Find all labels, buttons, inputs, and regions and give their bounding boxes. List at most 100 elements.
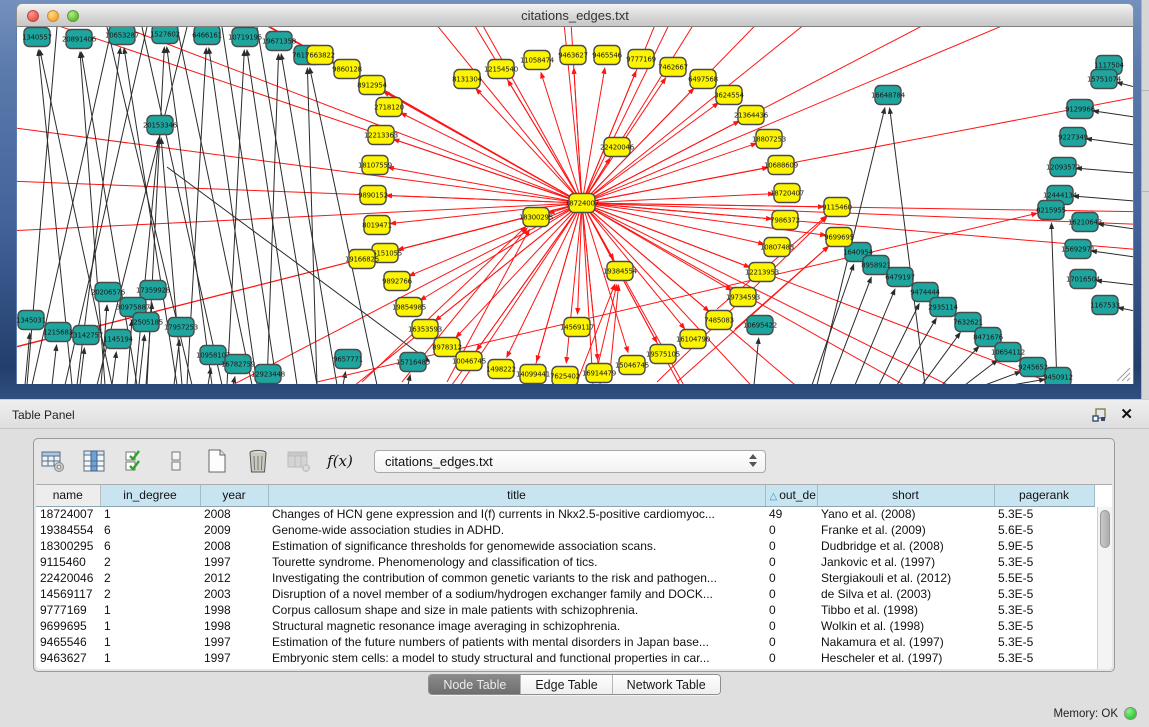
table-cell[interactable]: 14569117 <box>36 586 100 602</box>
graph-node-2935114[interactable]: 2935114 <box>928 298 959 317</box>
graph-node-1345031[interactable]: 1345031 <box>17 311 46 330</box>
column-header-name[interactable]: name <box>36 485 100 506</box>
table-row[interactable]: 1456911722003Disruption of a novel membe… <box>36 586 1094 602</box>
table-cell[interactable]: 6 <box>100 538 200 554</box>
graph-node-16914479[interactable]: 16914479 <box>582 364 616 383</box>
node-table-grid[interactable]: namein_degreeyeartitle△out_de...shortpag… <box>36 485 1095 666</box>
table-cell[interactable]: Dudbridge et al. (2008) <box>817 538 994 554</box>
graph-node-13142757[interactable]: 13142757 <box>69 326 103 345</box>
column-header-title[interactable]: title <box>268 485 765 506</box>
graph-node-16104790[interactable]: 16104790 <box>676 330 710 349</box>
graph-node-9860128[interactable]: 9860128 <box>332 60 362 79</box>
graph-node-18724007[interactable]: 18724007 <box>565 194 599 213</box>
graph-node-7485083[interactable]: 7485083 <box>704 311 734 330</box>
table-cell[interactable]: 0 <box>765 538 817 554</box>
graph-node-9890152[interactable]: 9890152 <box>358 186 388 205</box>
table-row[interactable]: 977716911998Corpus callosum shape and si… <box>36 602 1094 618</box>
tab-edge-table[interactable]: Edge Table <box>521 675 612 694</box>
graph-node-19854985[interactable]: 19854985 <box>392 298 426 317</box>
table-cell[interactable]: 18300295 <box>36 538 100 554</box>
table-cell[interactable]: 6 <box>100 522 200 538</box>
graph-node-16782759[interactable]: 16782759 <box>221 355 255 374</box>
table-cell[interactable]: 0 <box>765 618 817 634</box>
table-cell[interactable]: 2008 <box>200 506 268 522</box>
graph-node-10719195[interactable]: 10719195 <box>228 28 262 47</box>
table-cell[interactable]: 2008 <box>200 538 268 554</box>
table-cell[interactable]: 22420046 <box>36 570 100 586</box>
graph-node-10046745[interactable]: 10046745 <box>452 352 486 371</box>
network-window-titlebar[interactable]: citations_edges.txt <box>16 3 1134 27</box>
graph-node-3624554[interactable]: 3624554 <box>714 86 745 105</box>
table-cell[interactable]: 1 <box>100 618 200 634</box>
graph-node-6497568[interactable]: 6497568 <box>688 70 718 89</box>
table-cell[interactable]: 2003 <box>200 586 268 602</box>
graph-node-19734593[interactable]: 19734593 <box>726 288 760 307</box>
vertical-scrollbar[interactable] <box>1097 507 1112 669</box>
table-cell[interactable]: 5.6E-5 <box>994 522 1094 538</box>
graph-node-8019471[interactable]: 8019471 <box>362 216 392 235</box>
table-cell[interactable]: 1997 <box>200 634 268 650</box>
scrollbar-thumb[interactable] <box>1100 510 1110 548</box>
close-panel-icon[interactable]: ✕ <box>1120 405 1133 423</box>
table-cell[interactable]: 19384554 <box>36 522 100 538</box>
graph-node-10695422[interactable]: 10695422 <box>743 316 777 335</box>
table-row[interactable]: 1872400712008Changes of HCN gene express… <box>36 506 1094 522</box>
graph-node-1167533[interactable]: 1167533 <box>1090 296 1120 315</box>
column-header-year[interactable]: year <box>200 485 268 506</box>
table-cell[interactable]: 9465546 <box>36 634 100 650</box>
table-cell[interactable]: 5.3E-5 <box>994 506 1094 522</box>
graph-node-9463627[interactable]: 9463627 <box>558 46 588 65</box>
tab-node-table[interactable]: Node Table <box>429 675 521 694</box>
table-cell[interactable]: 0 <box>765 586 817 602</box>
column-header-pagerank[interactable]: pagerank <box>994 485 1094 506</box>
table-cell[interactable]: 5.3E-5 <box>994 618 1094 634</box>
memory-ok-indicator[interactable] <box>1124 707 1137 720</box>
table-cell[interactable]: Disruption of a novel member of a sodium… <box>268 586 765 602</box>
graph-node-15751074[interactable]: 15751074 <box>1087 70 1122 89</box>
graph-node-12923448[interactable]: 12923448 <box>251 365 285 384</box>
column-header-out-de-[interactable]: △out_de... <box>765 485 817 506</box>
table-cell[interactable]: Franke et al. (2009) <box>817 522 994 538</box>
table-cell[interactable]: 0 <box>765 554 817 570</box>
graph-node-15716485[interactable]: 15716485 <box>396 353 430 372</box>
graph-node-9129966[interactable]: 9129966 <box>1065 100 1096 119</box>
table-cell[interactable]: 5.3E-5 <box>994 634 1094 650</box>
column-header-in-degree[interactable]: in_degree <box>100 485 200 506</box>
table-cell[interactable]: Tibbo et al. (1998) <box>817 602 994 618</box>
graph-node-18807253[interactable]: 18807253 <box>752 130 786 149</box>
graph-node-12093572[interactable]: 12093572 <box>1046 158 1080 177</box>
graph-node-10654112[interactable]: 10654112 <box>991 343 1025 362</box>
table-cell[interactable]: 49 <box>765 506 817 522</box>
table-cell[interactable]: 2 <box>100 570 200 586</box>
graph-node-17359928[interactable]: 17359928 <box>136 281 170 300</box>
citation-network-graph[interactable]: 1340557208914061065328715276026466161107… <box>17 27 1134 384</box>
graph-node-16648784[interactable]: 16648784 <box>871 86 906 105</box>
graph-node-18300295[interactable]: 18300295 <box>519 208 553 227</box>
table-cell[interactable]: 0 <box>765 634 817 650</box>
network-canvas[interactable]: 1340557208914061065328715276026466161107… <box>16 27 1134 384</box>
graph-node-12505185[interactable]: 12505185 <box>129 313 163 332</box>
table-cell[interactable]: 1 <box>100 634 200 650</box>
table-cell[interactable]: Jankovic et al. (1997) <box>817 554 994 570</box>
graph-node-20891406[interactable]: 20891406 <box>62 30 97 49</box>
graph-node-14099441[interactable]: 14099441 <box>516 365 550 384</box>
graph-node-12213363[interactable]: 12213363 <box>364 126 398 145</box>
delete-icon[interactable] <box>245 448 271 474</box>
graph-node-9892766[interactable]: 9892766 <box>382 272 413 291</box>
graph-node-9115460[interactable]: 9115460 <box>822 198 852 217</box>
table-cell[interactable]: 1998 <box>200 602 268 618</box>
table-cell[interactable]: 2 <box>100 586 200 602</box>
table-cell[interactable]: Genome-wide association studies in ADHD. <box>268 522 765 538</box>
table-cell[interactable]: 9463627 <box>36 650 100 666</box>
table-row[interactable]: 2242004622012Investigating the contribut… <box>36 570 1094 586</box>
graph-node-6479197[interactable]: 6479197 <box>885 268 915 287</box>
graph-node-16210643[interactable]: 16210643 <box>1068 213 1102 232</box>
graph-node-20153346[interactable]: 20153346 <box>143 116 178 135</box>
table-cell[interactable]: 2012 <box>200 570 268 586</box>
graph-node-17016504[interactable]: 17016504 <box>1066 270 1101 289</box>
table-cell[interactable]: 9777169 <box>36 602 100 618</box>
graph-node-15046745[interactable]: 15046745 <box>615 356 649 375</box>
graph-node-1527602[interactable]: 1527602 <box>150 27 180 44</box>
graph-node-22420046[interactable]: 22420046 <box>600 138 635 157</box>
table-cell[interactable]: 1 <box>100 506 200 522</box>
